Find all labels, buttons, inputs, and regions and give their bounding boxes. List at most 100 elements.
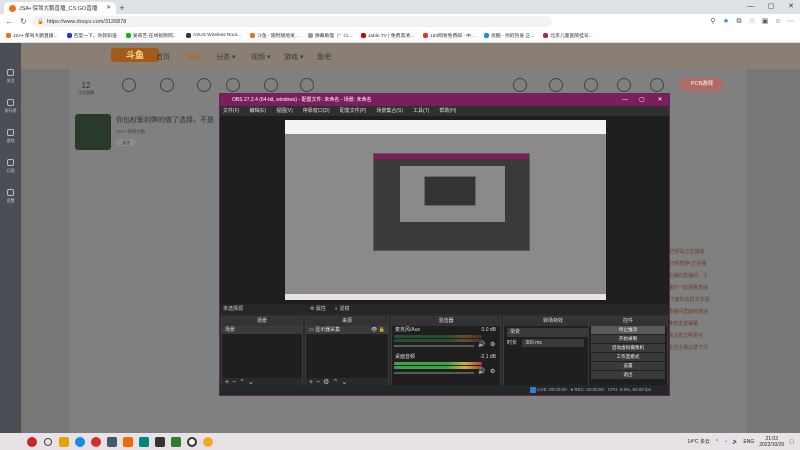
avatar[interactable] — [75, 114, 111, 150]
menu-profile[interactable]: 配置文件(P) — [340, 106, 367, 116]
duration-input[interactable]: 300 ms — [522, 339, 585, 347]
settings-button[interactable]: 设置 — [591, 362, 665, 370]
refresh-icon[interactable]: ↻ — [18, 16, 29, 27]
menu-docks[interactable]: 停靠窗口(D) — [303, 106, 330, 116]
sidebar-item-follow[interactable]: 关注 — [0, 61, 21, 91]
language[interactable]: ENG — [743, 439, 754, 445]
exit-button[interactable]: 退出 — [591, 371, 665, 379]
follow-button[interactable]: 关注 — [116, 139, 136, 146]
obs-close-button[interactable]: ✕ — [653, 94, 667, 106]
gamepad-icon[interactable] — [264, 78, 278, 92]
bookmark-item[interactable]: 163网易免费邮 - 中... — [423, 32, 475, 39]
notification-icon[interactable]: ▢ — [789, 439, 794, 445]
nav-home[interactable]: 首页 — [156, 52, 170, 62]
menu-scene-collection[interactable]: 场景集合(S) — [376, 106, 403, 116]
search-icon[interactable] — [40, 434, 56, 450]
close-tab-icon[interactable]: ✕ — [106, 5, 111, 11]
url-text[interactable]: https://www.douyu.com/3126878 — [47, 19, 127, 25]
start-recording-button[interactable]: 开始录制 — [591, 335, 665, 343]
maximize-button[interactable]: ▢ — [762, 1, 780, 13]
stop-streaming-button[interactable]: 停止推流 — [591, 326, 665, 334]
browser-tab[interactable]: JSA• 保驾大鹏直播_CS:GO直播 ✕ — [4, 2, 116, 14]
more-menu-icon[interactable]: ⋯ — [786, 17, 796, 27]
clock[interactable]: 21:03 2022/10/20 — [759, 436, 784, 448]
new-tab-button[interactable]: + — [116, 2, 128, 14]
filters-button[interactable]: ◐ 滤镜 — [335, 304, 349, 314]
task-icon[interactable] — [160, 78, 174, 92]
speaker-icon[interactable]: 🔊 — [478, 341, 485, 348]
nav-live[interactable]: 直播 — [186, 52, 200, 62]
sidebar-item-settings[interactable]: 设置 — [0, 181, 21, 211]
nav-video[interactable]: 视频 ▾ — [251, 52, 270, 62]
gift-icon[interactable] — [197, 78, 211, 92]
obs-maximize-button[interactable]: ▢ — [635, 94, 649, 106]
obs-taskbar-icon[interactable] — [184, 434, 200, 450]
properties-button[interactable]: ⚙ 属性 — [310, 304, 326, 314]
source-item[interactable]: ▭ 显示器采集 👁 🔒 — [306, 326, 388, 334]
menu-edit[interactable]: 编辑(E) — [249, 106, 266, 116]
replay-icon[interactable] — [122, 78, 136, 92]
menu-help[interactable]: 帮助(H) — [439, 106, 456, 116]
game-icon[interactable] — [300, 78, 314, 92]
app-icon[interactable] — [104, 434, 120, 450]
scene-item[interactable]: 场景 — [222, 326, 302, 334]
transition-select[interactable]: 渐变 — [507, 328, 599, 337]
sidebar-item-games[interactable]: 游戏 — [0, 121, 21, 151]
bookmark-item[interactable]: 弹幕助理（"（ò... — [307, 32, 352, 39]
start-icon[interactable] — [24, 434, 40, 450]
wechat-icon[interactable] — [168, 434, 184, 450]
shop-icon[interactable] — [617, 78, 631, 92]
favorites-icon[interactable]: ☆ — [747, 17, 757, 27]
edge-icon[interactable] — [72, 434, 88, 450]
menu-view[interactable]: 视图(V) — [276, 106, 293, 116]
close-window-button[interactable]: ✕ — [782, 1, 800, 13]
bookmark-item[interactable]: 百度一下，你就知道 — [66, 32, 117, 39]
bookmark-item[interactable]: 爱奇艺-在线视频网... — [125, 32, 177, 39]
location-icon[interactable] — [650, 78, 664, 92]
network-icon[interactable]: ◔ — [724, 439, 727, 445]
collections-icon[interactable]: ▣ — [760, 17, 770, 27]
weather[interactable]: 14°C 多云 — [687, 438, 710, 445]
sidebar-item-rank[interactable]: 排行榜 — [0, 91, 21, 121]
bookmark-item[interactable]: 北京儿童医院挂号... — [543, 32, 593, 39]
nav-fishbar[interactable]: 鱼吧 — [317, 52, 331, 62]
sidebar-item-subscribe[interactable]: 订阅 — [0, 151, 21, 181]
back-icon[interactable]: ← — [4, 16, 15, 27]
sublime-icon[interactable] — [120, 434, 136, 450]
minimize-button[interactable]: — — [742, 1, 760, 13]
obs-preview[interactable] — [220, 116, 669, 304]
edit-icon[interactable] — [584, 78, 598, 92]
studio-mode-button[interactable]: 工作室模式 — [591, 353, 665, 361]
file-explorer-icon[interactable] — [56, 434, 72, 450]
bookmark-item[interactable]: JSA• 保驾大鹏直播... — [6, 32, 58, 39]
volume-slider[interactable] — [394, 372, 474, 374]
nav-category[interactable]: 分类 ▾ — [216, 52, 235, 62]
bookmark-item[interactable]: 斗鱼 - 随时随地发... — [250, 32, 299, 39]
volume-icon[interactable]: 🔈 — [732, 439, 738, 445]
chrome-icon[interactable] — [200, 434, 216, 450]
app2-icon[interactable] — [136, 434, 152, 450]
menu-tools[interactable]: 工具(T) — [413, 106, 429, 116]
pen-icon[interactable] — [549, 78, 563, 92]
bookmark-item[interactable]: Jable.TV | 免费高清... — [361, 32, 414, 39]
gear-icon[interactable]: ⚙ — [490, 368, 495, 375]
address-bar[interactable]: 🔒 https://www.douyu.com/3126878 — [32, 16, 552, 27]
douyu-logo[interactable]: 斗鱼 — [111, 48, 159, 62]
tray-arrow-icon[interactable]: ⌃ — [715, 439, 719, 445]
obs-minimize-button[interactable]: — — [618, 94, 632, 106]
start-virtual-camera-button[interactable]: 启动虚拟摄像机 — [591, 344, 665, 352]
bookmark-item[interactable]: 优酷 - 你的热爱 正... — [484, 32, 534, 39]
gear-icon[interactable]: ⚙ — [490, 341, 495, 348]
visibility-lock-icons[interactable]: 👁 🔒 — [371, 326, 385, 334]
nav-game[interactable]: 游戏 ▾ — [284, 52, 303, 62]
bookmark-star-icon[interactable]: ★ — [721, 17, 731, 27]
menu-file[interactable]: 文件(F) — [223, 106, 239, 116]
netease-music-icon[interactable] — [88, 434, 104, 450]
extensions-icon[interactable]: ⧉ — [734, 17, 744, 27]
game-launcher-icon[interactable] — [152, 434, 168, 450]
fish-icon[interactable] — [513, 78, 527, 92]
pcb-game-button[interactable]: PCB游戏 — [680, 78, 724, 91]
volume-slider[interactable] — [394, 345, 474, 347]
zoom-icon[interactable]: ⚲ — [708, 17, 718, 27]
profile-icon[interactable]: ☺ — [773, 17, 783, 27]
